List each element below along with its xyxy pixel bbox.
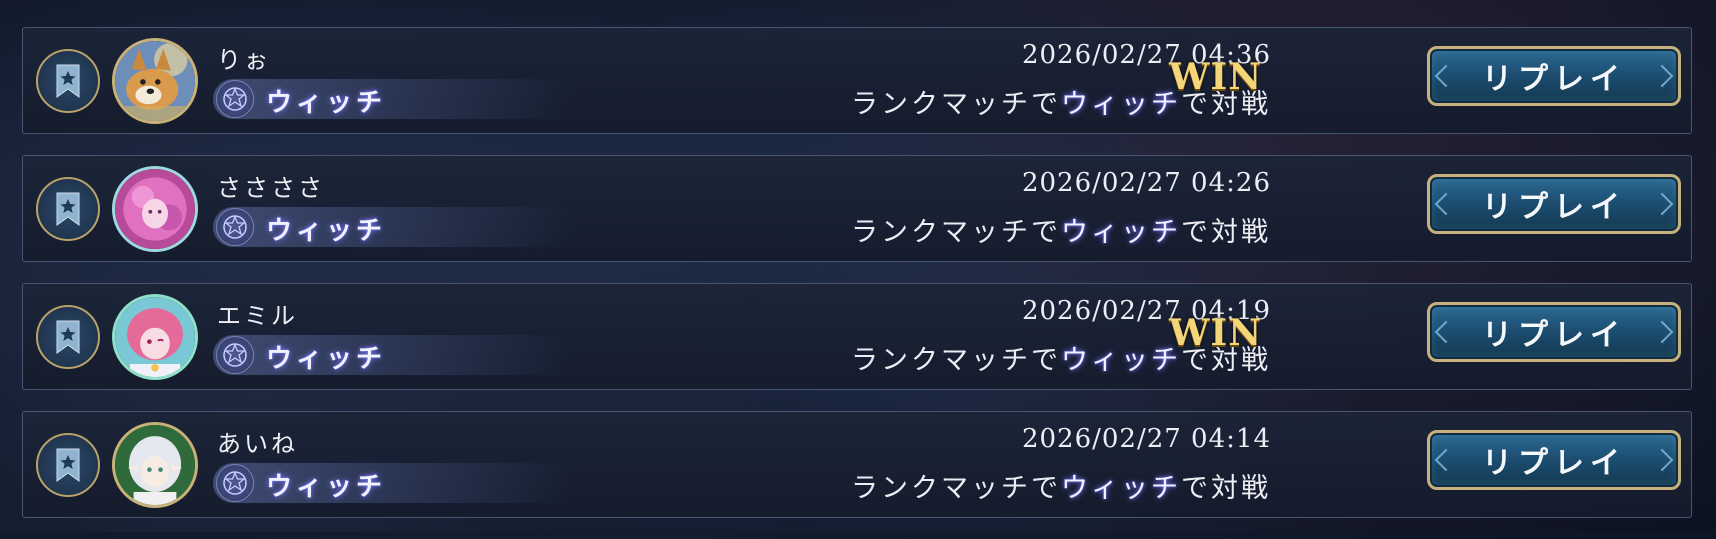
- bookmark-star-icon: [56, 448, 80, 482]
- match-description: ランクマッチでウィッチで対戦: [851, 210, 1271, 249]
- player-name: あいね: [217, 430, 298, 458]
- match-row: エミル ウィッチ 2026/02/27 04:19 ランクマッチでウィッチで対戦…: [22, 283, 1692, 390]
- pink-girl-avatar: [112, 294, 198, 380]
- match-description: ランクマッチでウィッチで対戦: [851, 466, 1271, 505]
- player-name: エミル: [217, 302, 298, 330]
- match-suffix: で対戦: [1181, 473, 1271, 504]
- class-name: ウィッチ: [266, 88, 387, 118]
- bookmark-button[interactable]: [36, 433, 100, 497]
- corgi-avatar: [112, 38, 198, 124]
- match-row: ささささ ウィッチ 2026/02/27 04:26 ランクマッチでウィッチで対…: [22, 155, 1692, 262]
- match-datetime: 2026/02/27 04:26: [1021, 168, 1271, 198]
- bookmark-button[interactable]: [36, 177, 100, 241]
- replay-button[interactable]: リプレイ: [1427, 46, 1681, 106]
- win-label: WIN: [1169, 312, 1263, 354]
- bookmark-star-icon: [56, 64, 80, 98]
- class-name: ウィッチ: [266, 216, 387, 246]
- match-datetime: 2026/02/27 04:14: [1021, 424, 1271, 454]
- replay-button[interactable]: リプレイ: [1427, 430, 1681, 490]
- match-prefix: ランクマッチで: [851, 345, 1061, 376]
- player-name: りぉ: [217, 46, 271, 74]
- class-name: ウィッチ: [266, 344, 387, 374]
- opponent-class: ウィッチ: [1061, 345, 1181, 376]
- white-hair-elf-avatar: [112, 422, 198, 508]
- bookmark-star-icon: [56, 192, 80, 226]
- bookmark-button[interactable]: [36, 305, 100, 369]
- match-row: りぉ ウィッチ 2026/02/27 04:36 ランクマッチでウィッチで対戦 …: [22, 27, 1692, 134]
- bookmark-button[interactable]: [36, 49, 100, 113]
- pink-hair-avatar: [112, 166, 198, 252]
- match-row: あいね ウィッチ 2026/02/27 04:14 ランクマッチでウィッチで対戦…: [22, 411, 1692, 518]
- opponent-class: ウィッチ: [1061, 89, 1181, 120]
- player-name: ささささ: [217, 174, 325, 202]
- witch-class-icon: [216, 80, 254, 118]
- opponent-class: ウィッチ: [1061, 473, 1181, 504]
- witch-class-icon: [216, 336, 254, 374]
- witch-class-icon: [216, 208, 254, 246]
- match-prefix: ランクマッチで: [851, 217, 1061, 248]
- replay-button[interactable]: リプレイ: [1427, 174, 1681, 234]
- match-prefix: ランクマッチで: [851, 89, 1061, 120]
- replay-button[interactable]: リプレイ: [1427, 302, 1681, 362]
- match-suffix: で対戦: [1181, 217, 1271, 248]
- bookmark-star-icon: [56, 320, 80, 354]
- opponent-class: ウィッチ: [1061, 217, 1181, 248]
- match-prefix: ランクマッチで: [851, 473, 1061, 504]
- class-name: ウィッチ: [266, 472, 387, 502]
- witch-class-icon: [216, 464, 254, 502]
- win-label: WIN: [1169, 56, 1263, 98]
- match-history-list: りぉ ウィッチ 2026/02/27 04:36 ランクマッチでウィッチで対戦 …: [22, 27, 1692, 539]
